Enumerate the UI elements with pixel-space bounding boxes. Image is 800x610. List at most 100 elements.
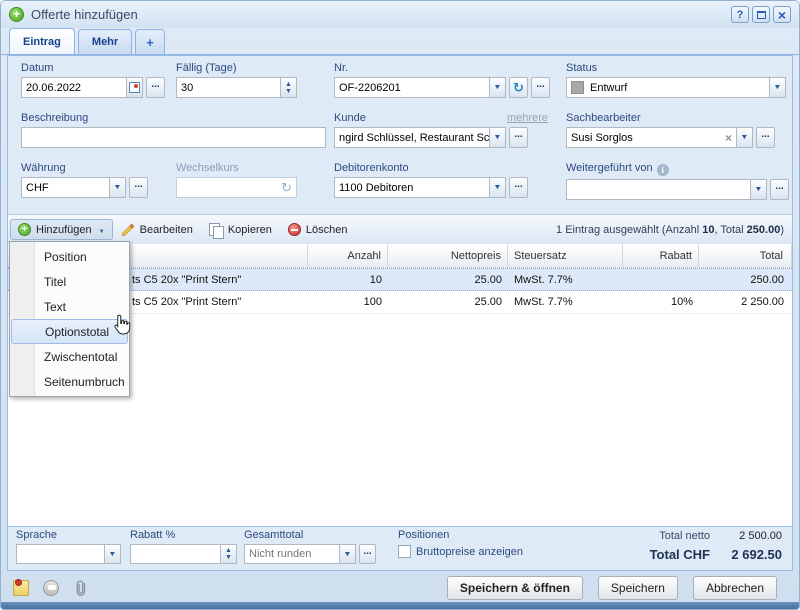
paperclip-icon[interactable] [73,579,89,597]
rabatt-spinner[interactable] [220,544,237,564]
datum-input[interactable]: 20.06.2022 [21,77,126,98]
kunde-more-button[interactable] [509,127,528,148]
col-header-total[interactable]: Total [699,244,792,267]
menu-item-titel[interactable]: Titel [10,269,129,294]
titlebar: Offerte hinzufügen [1,1,799,28]
rabatt-input[interactable] [130,544,220,564]
menu-item-seitenumbruch[interactable]: Seitenumbruch [10,369,129,394]
hand-cursor-icon [111,313,135,337]
sachbearbeiter-input[interactable]: Susi Sorglos [566,127,736,148]
hinzufuegen-label: Hinzufügen [36,224,92,236]
speichern-oeffnen-button[interactable]: Speichern & öffnen [447,576,583,600]
nr-label: Nr. [334,62,552,74]
selection-info: 1 Eintrag ausgewählt (Anzahl 10, Total 2… [556,224,784,236]
gesamttotal-dropdown-trigger[interactable] [339,544,356,564]
dialog-offerte-hinzufuegen: Offerte hinzufügen Eintrag Mehr Datum 20… [0,0,800,610]
sachbearbeiter-label: Sachbearbeiter [566,112,775,124]
close-button[interactable] [773,6,791,23]
beschreibung-input[interactable] [21,127,326,148]
abbrechen-button[interactable]: Abbrechen [693,576,777,600]
wechselkurs-input [176,177,297,198]
wechselkurs-refresh-icon [281,180,292,196]
item-steuersatz: MwSt. 7.7% [508,269,623,290]
speichern-button[interactable]: Speichern [598,576,678,600]
gesamttotal-select[interactable] [244,544,339,564]
weitergefuehrt-dropdown-trigger[interactable] [750,179,767,200]
sachbearbeiter-dropdown-trigger[interactable] [736,127,753,148]
waehrung-dropdown-trigger[interactable] [109,177,126,198]
spinner-down-icon [225,554,232,561]
positions-toolbar: Hinzufügen Bearbeiten Kopieren Löschen 1… [8,214,792,244]
dialog-footer: Speichern & öffnen Speichern Abbrechen [1,571,799,604]
comment-icon[interactable] [43,580,59,596]
item-steuersatz: MwSt. 7.7% [508,291,623,313]
kopieren-button[interactable]: Kopieren [201,219,280,241]
total-netto-label: Total netto [659,530,710,542]
bruttopreise-checkbox-label: Bruttopreise anzeigen [416,546,523,558]
form-panel: Datum 20.06.2022 Fällig (Tage) 30 Nr. OF… [8,56,792,214]
debitorenkonto-more-button[interactable] [509,177,528,198]
kunde-label: Kunde [334,112,366,124]
nr-dropdown-trigger[interactable] [489,77,506,98]
nr-more-button[interactable] [531,77,550,98]
kunde-input[interactable]: ngird Schlüssel, Restaurant Schlüssel [334,127,489,148]
col-header-nettopreis[interactable]: Nettopreis [388,244,508,267]
help-button[interactable] [731,6,749,23]
status-dropdown-trigger[interactable] [769,77,786,98]
pencil-icon [121,223,135,237]
weitergefuehrt-label: Weitergeführt von [566,162,790,176]
total-chf-value: 2 692.50 [710,547,782,562]
window-bottom-edge [1,602,799,609]
item-total: 250.00 [699,269,792,290]
debitorenkonto-input[interactable]: 1100 Debitoren [334,177,489,198]
beschreibung-label: Beschreibung [21,112,326,124]
faellig-spinner[interactable] [280,77,297,98]
total-netto-value: 2 500.00 [710,530,782,542]
tab-add-button[interactable] [135,29,165,54]
window-title: Offerte hinzufügen [31,7,724,22]
note-icon[interactable] [13,580,29,596]
hinzufuegen-button[interactable]: Hinzufügen [10,219,113,240]
sachbearbeiter-more-button[interactable] [756,127,775,148]
status-label: Status [566,62,786,74]
item-anzahl: 10 [308,269,388,290]
waehrung-input[interactable]: CHF [21,177,109,198]
spinner-down-icon [285,88,292,95]
col-header-steuersatz[interactable]: Steuersatz [508,244,623,267]
sachbearbeiter-value: Susi Sorglos [571,132,633,144]
datum-more-button[interactable] [146,77,165,98]
weitergefuehrt-input[interactable] [566,179,750,200]
waehrung-more-button[interactable] [129,177,148,198]
bearbeiten-button[interactable]: Bearbeiten [113,219,201,241]
weitergefuehrt-more-button[interactable] [770,179,789,200]
nr-input[interactable]: OF-2206201 [334,77,489,98]
gesamttotal-more-button[interactable] [359,544,376,564]
loeschen-button[interactable]: Löschen [280,219,356,240]
calendar-trigger[interactable] [126,77,143,98]
col-header-anzahl[interactable]: Anzahl [308,244,388,267]
status-select[interactable]: Entwurf [566,77,769,98]
menu-item-zwischentotal[interactable]: Zwischentotal [10,344,129,369]
menu-item-position[interactable]: Position [10,244,129,269]
kopieren-label: Kopieren [228,224,272,236]
tab-mehr[interactable]: Mehr [78,29,132,54]
tab-eintrag[interactable]: Eintrag [9,28,75,54]
kunde-mehrere-link[interactable]: mehrere [507,112,548,124]
total-chf-label: Total CHF [650,547,710,562]
dropdown-arrow-icon [99,224,105,236]
col-header-rabatt[interactable]: Rabatt [623,244,699,267]
kunde-dropdown-trigger[interactable] [489,127,506,148]
item-total: 2 250.00 [699,291,792,313]
copy-icon [209,223,223,237]
sprache-select[interactable] [16,544,104,564]
status-color-swatch [571,81,584,94]
clear-icon[interactable] [725,131,732,145]
calendar-icon [129,82,140,93]
maximize-button[interactable] [752,6,770,23]
sprache-dropdown-trigger[interactable] [104,544,121,564]
nr-refresh-button[interactable] [509,77,528,98]
item-anzahl: 100 [308,291,388,313]
debitorenkonto-dropdown-trigger[interactable] [489,177,506,198]
faellig-input[interactable]: 30 [176,77,280,98]
bruttopreise-checkbox[interactable] [398,545,411,558]
